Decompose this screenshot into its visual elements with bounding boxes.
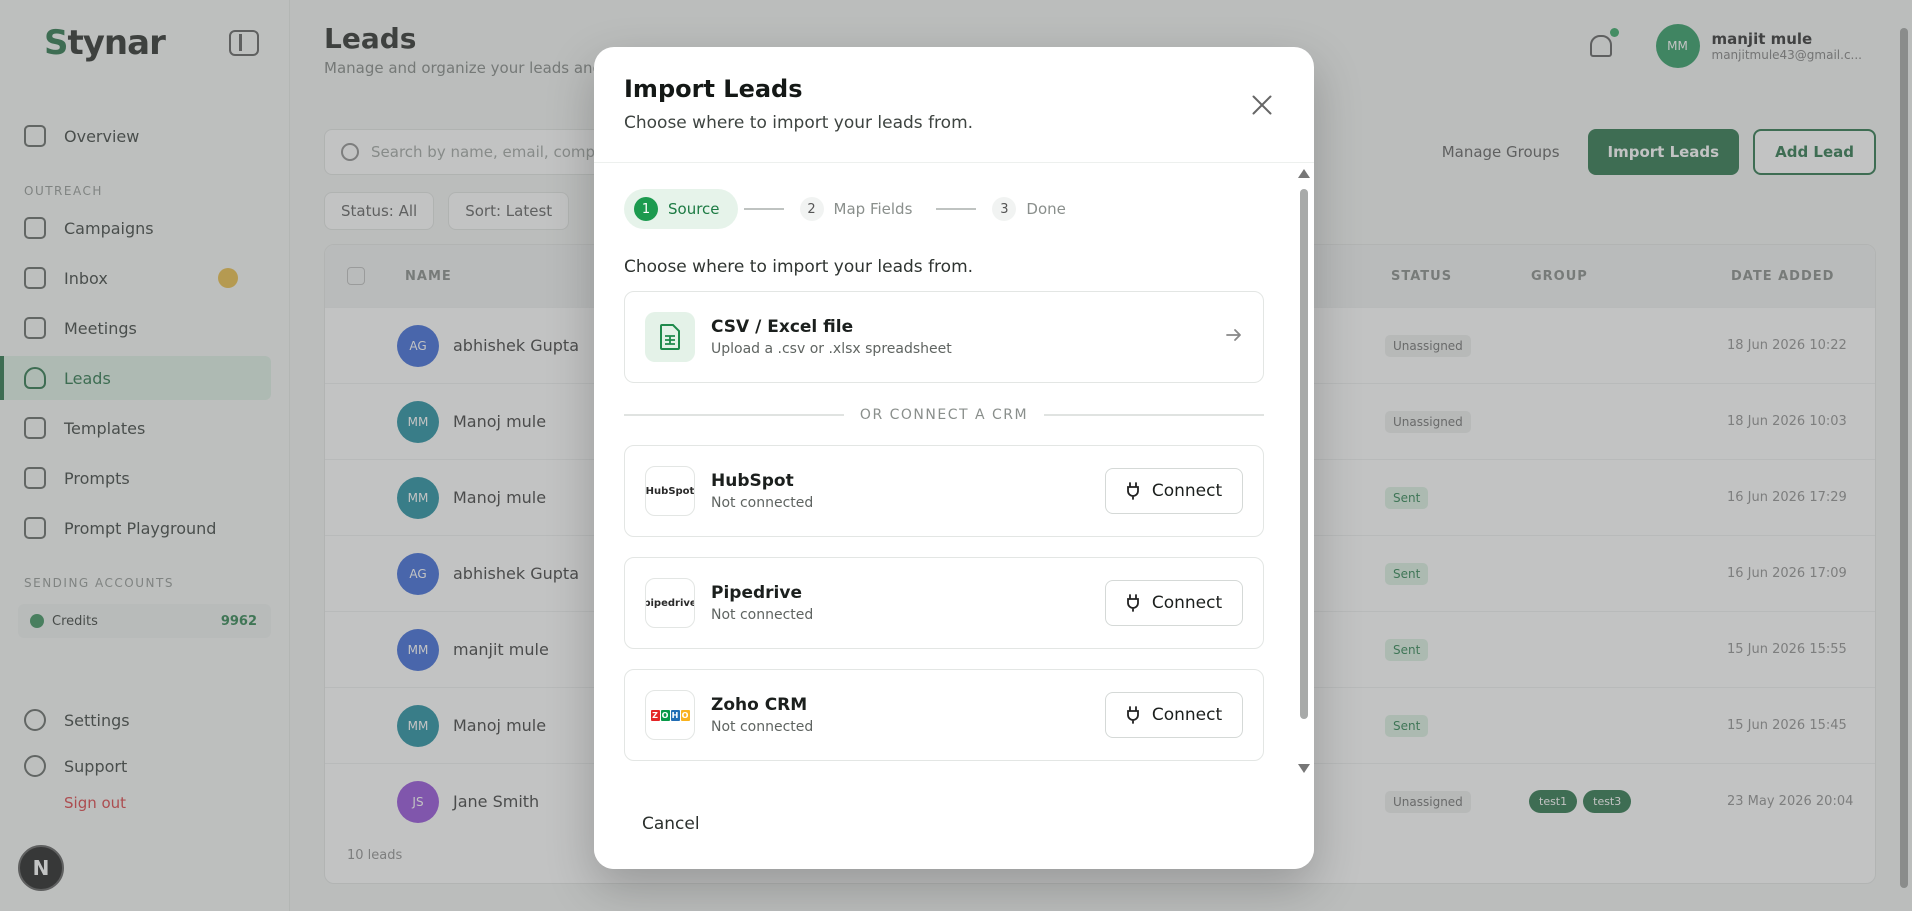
crm-pipedrive: pipedrive Pipedrive Not connected Connec… [624,557,1264,649]
crm-name: HubSpot [711,471,794,491]
modal-scrollbar[interactable] [1298,163,1310,779]
crm-status: Not connected [711,495,814,511]
source-instructions: Choose where to import your leads from. [624,257,974,277]
crm-status: Not connected [711,607,814,623]
hubspot-logo: HubSpot [645,466,695,516]
plug-icon [1126,706,1139,724]
close-icon[interactable] [1250,93,1274,117]
crm-name: Pipedrive [711,583,802,603]
crm-zoho: Z O H O Zoho CRM Not connected Connect [624,669,1264,761]
csv-title: CSV / Excel file [711,317,854,337]
plug-icon [1126,594,1139,612]
arrow-right-icon [1226,329,1241,341]
cancel-button[interactable]: Cancel [634,804,708,844]
connect-hubspot-button[interactable]: Connect [1105,468,1243,514]
crm-divider: OR CONNECT A CRM [624,407,1265,423]
crm-hubspot: HubSpot HubSpot Not connected Connect [624,445,1264,537]
page-scrollbar[interactable] [1900,28,1908,908]
step-done: 3 Done [982,189,1083,229]
modal-title: Import Leads [624,75,803,103]
scroll-up-icon[interactable] [1298,169,1310,178]
crm-name: Zoho CRM [711,695,808,715]
modal-subtitle: Choose where to import your leads from. [624,113,974,133]
modal-footer: Cancel [594,779,1314,869]
zoho-logo: Z O H O [645,690,695,740]
modal-header: Import Leads Choose where to import your… [594,47,1314,163]
scroll-thumb[interactable] [1300,189,1308,719]
step-source: 1 Source [624,189,738,229]
step-map-fields: 2 Map Fields [790,189,931,229]
modal-body: 1 Source 2 Map Fields 3 Done Choose where t… [594,163,1314,779]
import-stepper: 1 Source 2 Map Fields 3 Done [624,189,1264,229]
spreadsheet-icon [645,312,695,362]
step-connector [936,208,977,210]
csv-subtitle: Upload a .csv or .xlsx spreadsheet [711,341,952,357]
connect-zoho-button[interactable]: Connect [1105,692,1243,738]
scroll-down-icon[interactable] [1298,764,1310,773]
plug-icon [1126,482,1139,500]
pipedrive-logo: pipedrive [645,578,695,628]
connect-pipedrive-button[interactable]: Connect [1105,580,1243,626]
crm-status: Not connected [711,719,814,735]
step-connector [743,208,784,210]
import-leads-modal: Import Leads Choose where to import your… [594,47,1314,869]
csv-excel-option[interactable]: CSV / Excel file Upload a .csv or .xlsx … [624,291,1264,383]
